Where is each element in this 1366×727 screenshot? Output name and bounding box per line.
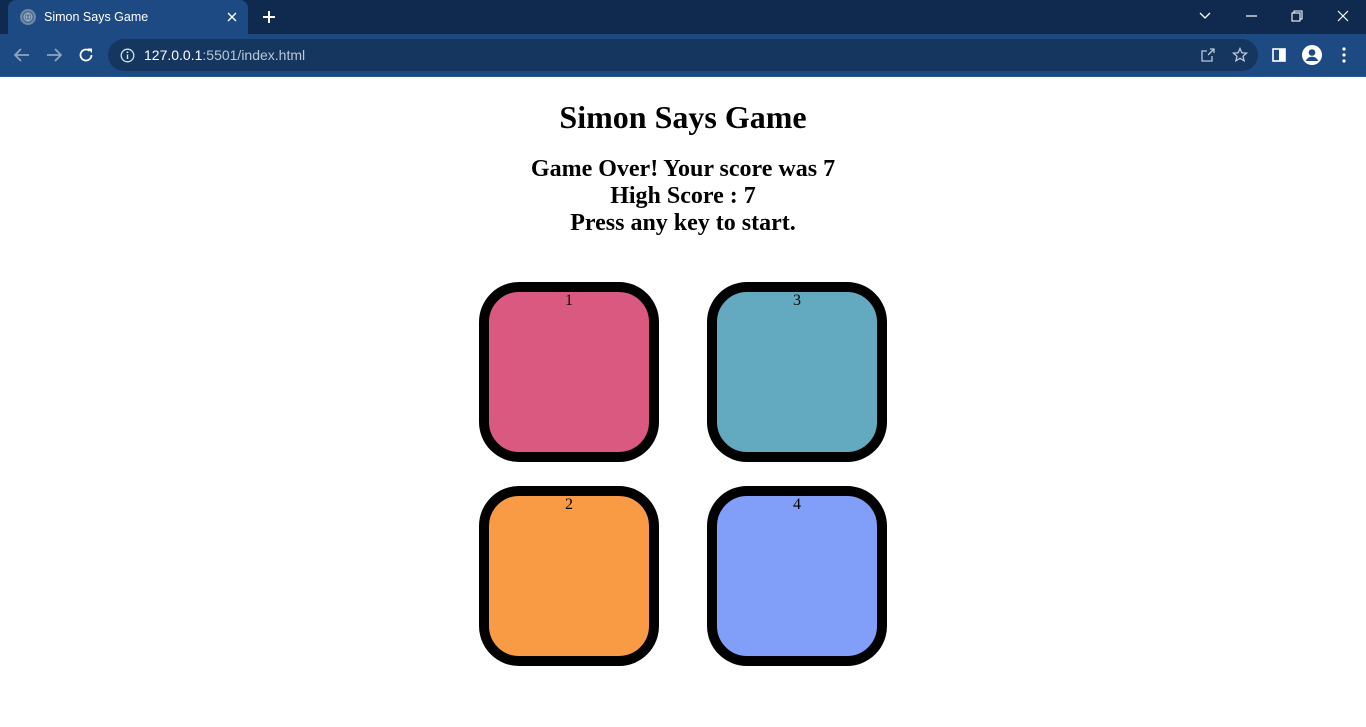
profile-button[interactable] xyxy=(1298,41,1326,69)
back-button[interactable] xyxy=(8,41,36,69)
button-label: 1 xyxy=(565,292,573,309)
address-bar[interactable]: 127.0.0.1:5501/index.html xyxy=(108,39,1258,71)
reload-icon xyxy=(79,48,93,62)
game-button-orange[interactable]: 2 xyxy=(479,486,659,666)
globe-icon xyxy=(20,9,36,25)
game-button-red[interactable]: 1 xyxy=(479,282,659,462)
game-button-blue[interactable]: 4 xyxy=(707,486,887,666)
avatar-icon xyxy=(1302,45,1322,65)
bookmark-star-icon[interactable] xyxy=(1228,43,1252,67)
close-icon xyxy=(1337,10,1349,22)
game-status: Game Over! Your score was 7 High Score :… xyxy=(0,156,1366,237)
close-window-button[interactable] xyxy=(1320,0,1366,32)
start-prompt: Press any key to start. xyxy=(570,210,796,236)
forward-button[interactable] xyxy=(40,41,68,69)
browser-toolbar: 127.0.0.1:5501/index.html xyxy=(0,34,1366,77)
plus-icon xyxy=(263,11,275,23)
browser-tab[interactable]: Simon Says Game xyxy=(8,0,248,34)
game-button-teal[interactable]: 3 xyxy=(707,282,887,462)
button-label: 2 xyxy=(565,496,573,513)
kebab-menu-icon xyxy=(1342,47,1346,63)
reload-button[interactable] xyxy=(72,41,100,69)
minimize-button[interactable] xyxy=(1228,0,1274,32)
button-label: 3 xyxy=(793,292,801,309)
side-panel-icon xyxy=(1272,48,1286,62)
tab-strip: Simon Says Game xyxy=(0,0,1366,34)
side-panel-button[interactable] xyxy=(1265,41,1293,69)
page-content: Simon Says Game Game Over! Your score wa… xyxy=(0,77,1366,727)
arrow-right-icon xyxy=(47,48,62,62)
arrow-left-icon xyxy=(14,48,29,62)
restore-icon xyxy=(1291,10,1303,22)
url-text[interactable]: 127.0.0.1:5501/index.html xyxy=(144,47,305,63)
new-tab-button[interactable] xyxy=(256,5,282,29)
info-icon[interactable] xyxy=(119,47,135,63)
tab-search-button[interactable] xyxy=(1182,0,1228,32)
url-path: :5501/index.html xyxy=(202,47,306,63)
chevron-down-icon xyxy=(1199,12,1211,19)
tab-close-button[interactable] xyxy=(222,7,242,27)
restore-button[interactable] xyxy=(1274,0,1320,32)
menu-button[interactable] xyxy=(1330,41,1358,69)
minimize-icon xyxy=(1245,15,1257,17)
share-icon[interactable] xyxy=(1196,43,1220,67)
page-title: Simon Says Game xyxy=(559,99,807,135)
high-score: High Score : 7 xyxy=(610,183,756,209)
button-label: 4 xyxy=(793,496,801,513)
url-host: 127.0.0.1 xyxy=(144,47,203,63)
close-icon xyxy=(227,12,237,22)
tab-title: Simon Says Game xyxy=(44,10,149,24)
score-message: Game Over! Your score was 7 xyxy=(530,156,836,182)
